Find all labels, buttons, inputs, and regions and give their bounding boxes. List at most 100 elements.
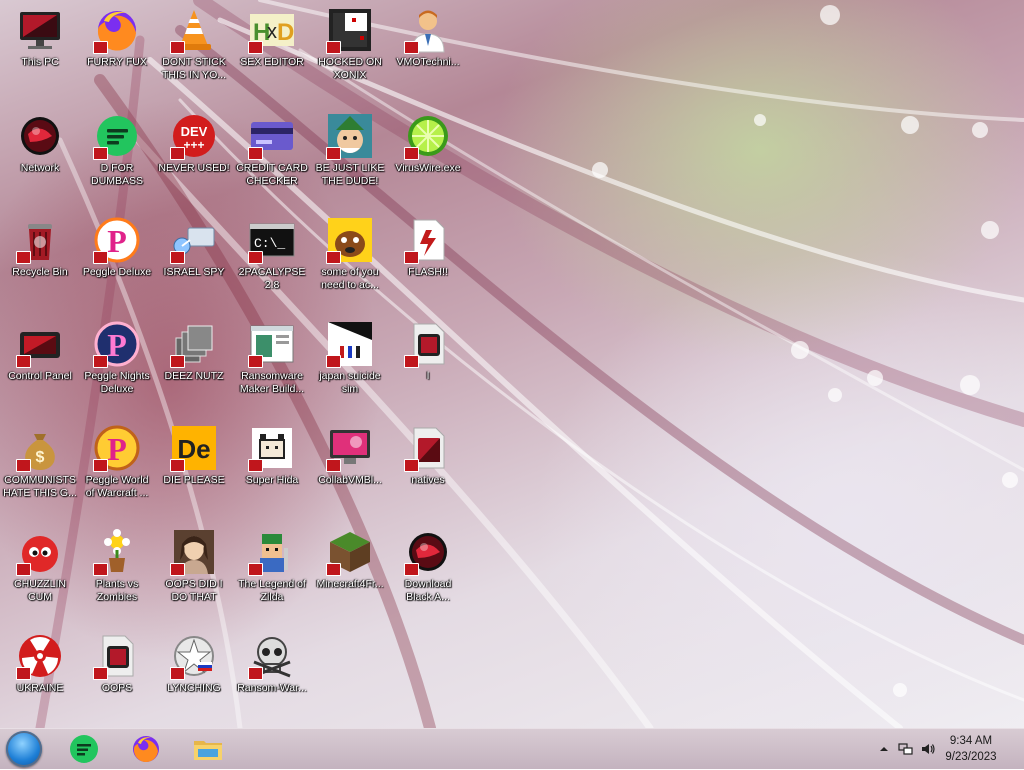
lime-icon	[404, 112, 452, 160]
shortcut-badge-icon	[170, 251, 185, 264]
desktop-icon[interactable]: P Peggle World of Warcraft ...	[79, 420, 155, 520]
recycle-bin-icon	[16, 216, 64, 264]
shortcut-badge-icon	[326, 563, 341, 576]
desktop-icon-label: Ransom-War...	[237, 682, 307, 694]
shortcut-badge-icon	[16, 563, 31, 576]
desktop-icon[interactable]: VMOTechni...	[390, 2, 466, 102]
shortcut-badge-icon	[326, 147, 341, 160]
desktop-icon[interactable]: Download Black A...	[390, 524, 466, 624]
shortcut-badge-icon	[404, 355, 419, 368]
system-clock[interactable]: 9:34 AM 9/23/2023	[936, 733, 1006, 765]
svg-text:C:\_: C:\_	[254, 236, 285, 251]
shortcut-badge-icon	[93, 667, 108, 680]
desktop-icon[interactable]: Super Hida	[234, 420, 310, 520]
volume-icon[interactable]	[920, 741, 936, 757]
desktop-icon[interactable]: HOCKED ON XONIX	[312, 2, 388, 102]
desktop-icon[interactable]: BE JUST LIKE THE DUDE!	[312, 108, 388, 208]
desktop-icon[interactable]: Plants vs Zombies	[79, 524, 155, 624]
figures-icon	[326, 320, 374, 368]
app-window-icon	[248, 320, 296, 368]
desktop-icon-label: VirusWire.exe	[395, 162, 461, 174]
natives-file-icon	[404, 424, 452, 472]
desktop-icon-label: CREDIT CARD CHECKER	[236, 162, 308, 187]
desktop-icon[interactable]: DEEZ NUTZ	[156, 316, 232, 416]
taskbar: 9:34 AM 9/23/2023	[0, 728, 1024, 769]
desktop-icon[interactable]: D FOR DUMBASS	[79, 108, 155, 208]
shortcut-badge-icon	[93, 41, 108, 54]
desktop-icon[interactable]: CollabVMBl...	[312, 420, 388, 520]
folder-icon	[194, 741, 222, 760]
svg-text:D: D	[277, 19, 294, 46]
desktop-icon-label: This PC	[21, 56, 59, 68]
desktop-icon[interactable]: DEV +++ NEVER USED!	[156, 108, 232, 208]
desktop-icon[interactable]: japan suicide sim	[312, 316, 388, 416]
desktop-icon-label: japan suicide sim	[319, 370, 381, 395]
desktop-icon[interactable]: This PC	[2, 2, 78, 102]
shortcut-badge-icon	[170, 147, 185, 160]
shortcut-badge-icon	[93, 147, 108, 160]
pixel-cat-icon	[248, 424, 296, 472]
shortcut-badge-icon	[93, 355, 108, 368]
shortcut-badge-icon	[93, 251, 108, 264]
emblem-icon	[170, 632, 218, 680]
desktop-icon[interactable]: UKRAINE	[2, 628, 78, 728]
desktop-icon[interactable]: CHUZZLIN CUM	[2, 524, 78, 624]
desktop-icon-label: SEX EDITOR	[240, 56, 304, 68]
desktop-icon[interactable]: some of you need to ac...	[312, 212, 388, 312]
desktop-icon[interactable]: The Legend of Zilda	[234, 524, 310, 624]
desktop-icon[interactable]: P Peggle Deluxe	[79, 212, 155, 312]
shortcut-badge-icon	[248, 147, 263, 160]
network-status-icon[interactable]	[898, 741, 914, 757]
desktop-icon[interactable]: OOPS DID I DO THAT	[156, 524, 232, 624]
desktop-icon[interactable]: DONT STICK THIS IN YO...	[156, 2, 232, 102]
shortcut-badge-icon	[326, 41, 341, 54]
desktop-icon-label: BE JUST LIKE THE DUDE!	[315, 162, 385, 187]
green-chat-icon	[70, 735, 98, 763]
shortcut-badge-icon	[248, 563, 263, 576]
credit-card-icon	[248, 112, 296, 160]
shortcut-badge-icon	[404, 147, 419, 160]
desktop-icon-label: Network	[20, 162, 60, 174]
desktop-icon[interactable]: Ransomware Maker Build...	[234, 316, 310, 416]
flash-file-icon	[404, 216, 452, 264]
peggle-wow-icon: P	[93, 424, 141, 472]
desktop-icon[interactable]: FURRY FUX	[79, 2, 155, 102]
firefox-icon	[93, 6, 141, 54]
shortcut-badge-icon	[326, 251, 341, 264]
desktop-icon[interactable]: l	[390, 316, 466, 416]
show-hidden-icons-chevron-icon[interactable]	[876, 741, 892, 757]
desktop-icon[interactable]: Hx D SEX EDITOR	[234, 2, 310, 102]
taskbar-app-file-explorer[interactable]	[192, 733, 224, 765]
chuzzle-icon	[16, 528, 64, 576]
desktop-icon-label: VMOTechni...	[396, 56, 460, 68]
shortcut-badge-icon	[16, 355, 31, 368]
desktop-icon[interactable]: LYNCHING	[156, 628, 232, 728]
desktop-icon[interactable]: FLASH!!	[390, 212, 466, 312]
desktop-icon-label: Recycle Bin	[12, 266, 68, 278]
control-panel-icon	[16, 320, 64, 368]
shortcut-badge-icon	[16, 251, 31, 264]
network-orb-icon	[16, 112, 64, 160]
desktop-icon[interactable]: C:\_ 2PACALYPSE 2.8	[234, 212, 310, 312]
desktop-icon-grid: This PC FURRY FUX DONT STICK THIS IN YO...…	[0, 0, 1024, 728]
desktop-icon[interactable]: De DIE PLEASE	[156, 420, 232, 520]
desktop-icon-label: OOPS	[101, 682, 133, 694]
desktop-icon[interactable]: Ransom-War...	[234, 628, 310, 728]
desktop-icon[interactable]: ISRAEL SPY	[156, 212, 232, 312]
desktop-icon[interactable]: CREDIT CARD CHECKER	[234, 108, 310, 208]
desktop-icon[interactable]: Network	[2, 108, 78, 208]
shortcut-badge-icon	[170, 667, 185, 680]
start-orb-icon[interactable]	[6, 731, 42, 767]
desktop-icon[interactable]: P Peggle Nights Deluxe	[79, 316, 155, 416]
desktop-icon[interactable]: VirusWire.exe	[390, 108, 466, 208]
taskbar-app-firefox[interactable]	[130, 733, 162, 765]
shortcut-badge-icon	[170, 563, 185, 576]
radiation-icon	[16, 632, 64, 680]
desktop-icon[interactable]: natives	[390, 420, 466, 520]
desktop-icon[interactable]: Minecraft4Fr...	[312, 524, 388, 624]
desktop-icon[interactable]: Recycle Bin	[2, 212, 78, 312]
desktop-icon[interactable]: Control Panel	[2, 316, 78, 416]
desktop-icon[interactable]: OOPS	[79, 628, 155, 728]
taskbar-app-chat[interactable]	[68, 733, 100, 765]
desktop-icon[interactable]: $ COMMUNISTS HATE THIS G...	[2, 420, 78, 520]
